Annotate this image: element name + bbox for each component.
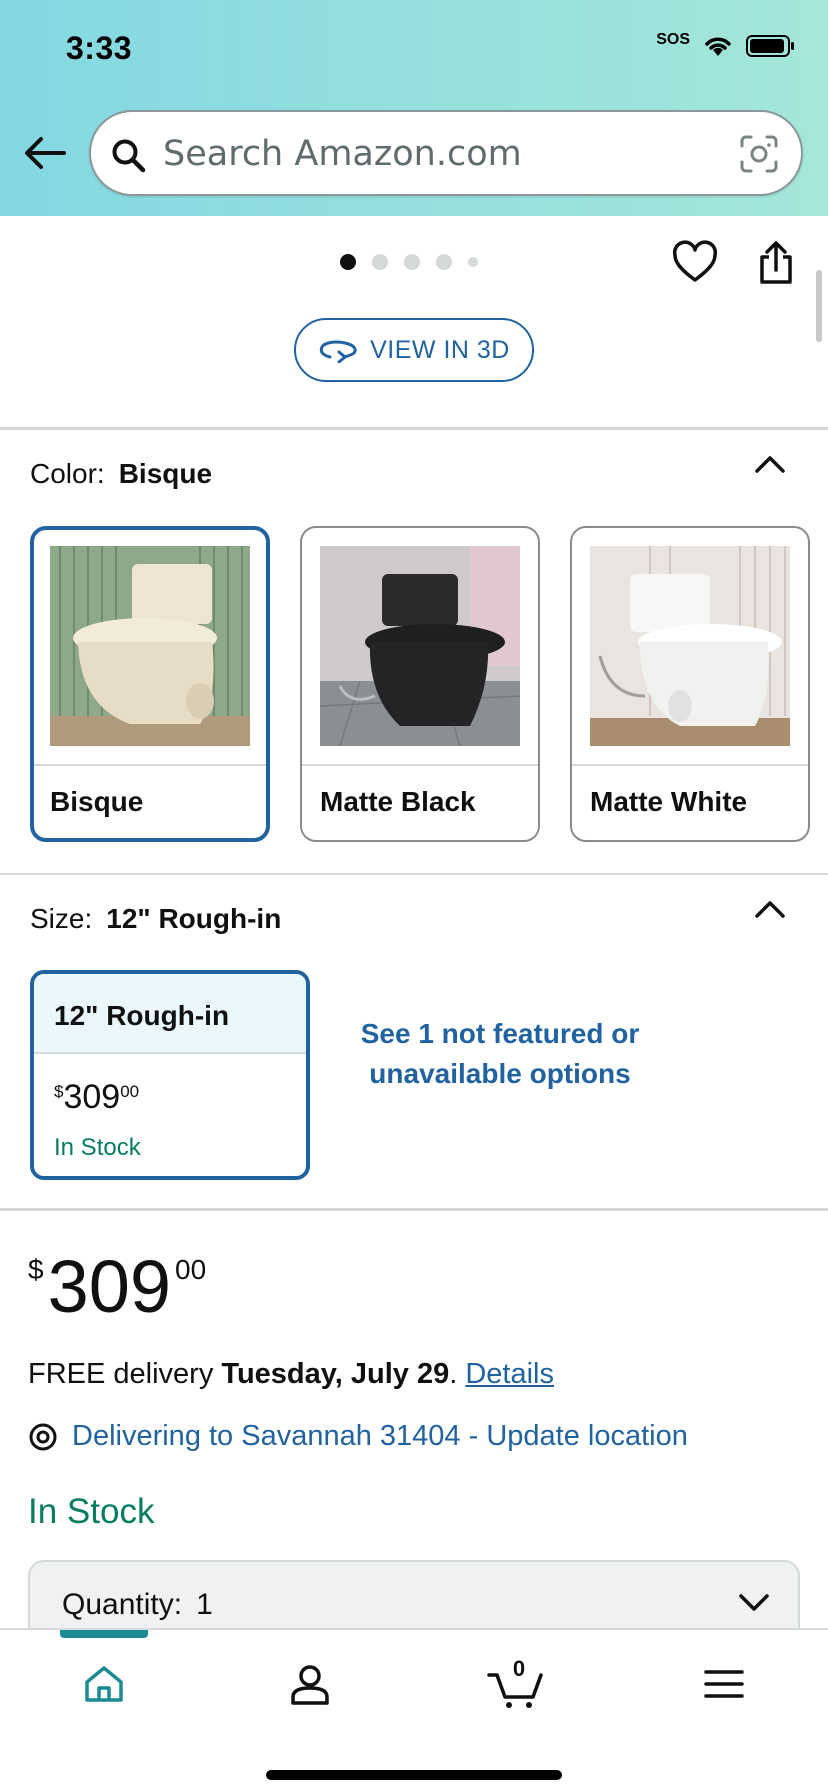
heart-icon[interactable] [672,240,718,286]
pagination-dot[interactable] [436,254,452,270]
currency-symbol: $ [28,1254,44,1285]
see-unavailable-options-link[interactable]: See 1 not featured or unavailable option… [360,1014,640,1094]
delivery-info: FREE delivery Tuesday, July 29. Details [28,1358,554,1391]
gallery-pagination[interactable] [340,254,478,270]
section-divider [0,873,828,875]
active-tab-indicator [60,1630,148,1638]
currency-symbol: $ [54,1082,64,1101]
location-text[interactable]: Delivering to Savannah 31404 - Update lo… [72,1420,688,1453]
color-label: Color: [30,458,105,489]
price-fraction: 00 [120,1082,140,1101]
size-option-12-rough-in[interactable]: 12" Rough-in $30900 In Stock [30,970,310,1180]
home-indicator[interactable] [266,1770,562,1780]
delivery-suffix: . [449,1358,466,1390]
price-whole: 309 [63,1078,121,1116]
color-option-label: Bisque [50,786,144,817]
search-bar[interactable] [89,110,803,196]
size-label: Size: [30,903,93,934]
menu-icon [704,1670,744,1698]
product-image-bisque [50,546,250,746]
color-selected-value: Bisque [118,458,213,489]
chevron-up-icon[interactable] [754,897,786,921]
swatch-divider [572,764,808,766]
quantity-label-text: Quantity: [62,1588,183,1621]
product-image-matte-black [320,546,520,746]
size-option-stock: In Stock [54,1134,141,1161]
app-header: 3:33 SOS [0,0,828,216]
section-divider [0,1208,828,1211]
cart-count: 0 [513,1659,525,1681]
share-icon[interactable] [754,240,798,286]
nav-menu[interactable] [684,1654,764,1714]
swatch-divider [34,764,266,766]
nav-cart[interactable]: 0 [476,1654,556,1714]
arrow-left-icon [25,137,66,169]
location-pin-icon [29,1423,57,1450]
delivery-details-link[interactable]: Details [465,1358,554,1390]
color-option-bisque[interactable]: Bisque [30,526,270,842]
battery-icon [746,35,794,57]
color-heading: Color: Bisque [30,458,212,490]
size-heading: Size: 12" Rough-in [30,903,281,935]
chevron-up-icon[interactable] [754,452,786,476]
color-option-label: Matte Black [320,786,476,817]
section-divider [0,427,828,430]
stock-status: In Stock [28,1492,155,1531]
chevron-down-icon [739,1594,769,1611]
delivery-location[interactable]: Delivering to Savannah 31404 - Update lo… [28,1420,688,1453]
search-icon [112,139,146,173]
view-in-3d-label: VIEW IN 3D [370,335,510,364]
color-option-label: Matte White [590,786,748,817]
pagination-dot[interactable] [340,254,356,270]
search-input[interactable] [163,126,723,182]
rotate-3d-icon [319,340,357,363]
size-option-label: 12" Rough-in [34,974,306,1054]
pagination-dot[interactable] [468,257,478,267]
nav-home[interactable] [64,1654,144,1714]
camera-scan-icon[interactable] [739,134,779,174]
back-button[interactable] [22,130,68,176]
swatch-divider [302,764,538,766]
wifi-icon [705,37,731,56]
view-in-3d-button[interactable]: VIEW IN 3D [294,318,534,382]
quantity-value: 1 [196,1588,213,1621]
color-option-matte-black[interactable]: Matte Black [300,526,540,842]
price-fraction: 00 [175,1254,207,1285]
size-selected-value: 12" Rough-in [106,903,282,934]
size-option-price: $30900 [54,1078,139,1117]
status-time: 3:33 [66,30,133,66]
home-icon [85,1666,123,1702]
cart-icon: 0 [487,1659,543,1708]
product-image-matte-white [590,546,790,746]
color-option-matte-white[interactable]: Matte White [570,526,810,842]
bottom-navigation: 0 [0,1628,828,1792]
pagination-dot[interactable] [372,254,388,270]
account-icon [291,1665,329,1705]
delivery-prefix: FREE delivery [28,1358,222,1390]
scrollbar[interactable] [816,270,822,342]
nav-account[interactable] [270,1654,350,1714]
pagination-dot[interactable] [404,254,420,270]
status-icons: SOS [656,31,796,58]
product-price: $309 00 [28,1250,206,1324]
delivery-date: Tuesday, July 29 [221,1358,450,1390]
price-whole: 309 [47,1245,172,1328]
quantity-label: Quantity: 1 [62,1588,213,1622]
sos-indicator: SOS [656,31,690,48]
